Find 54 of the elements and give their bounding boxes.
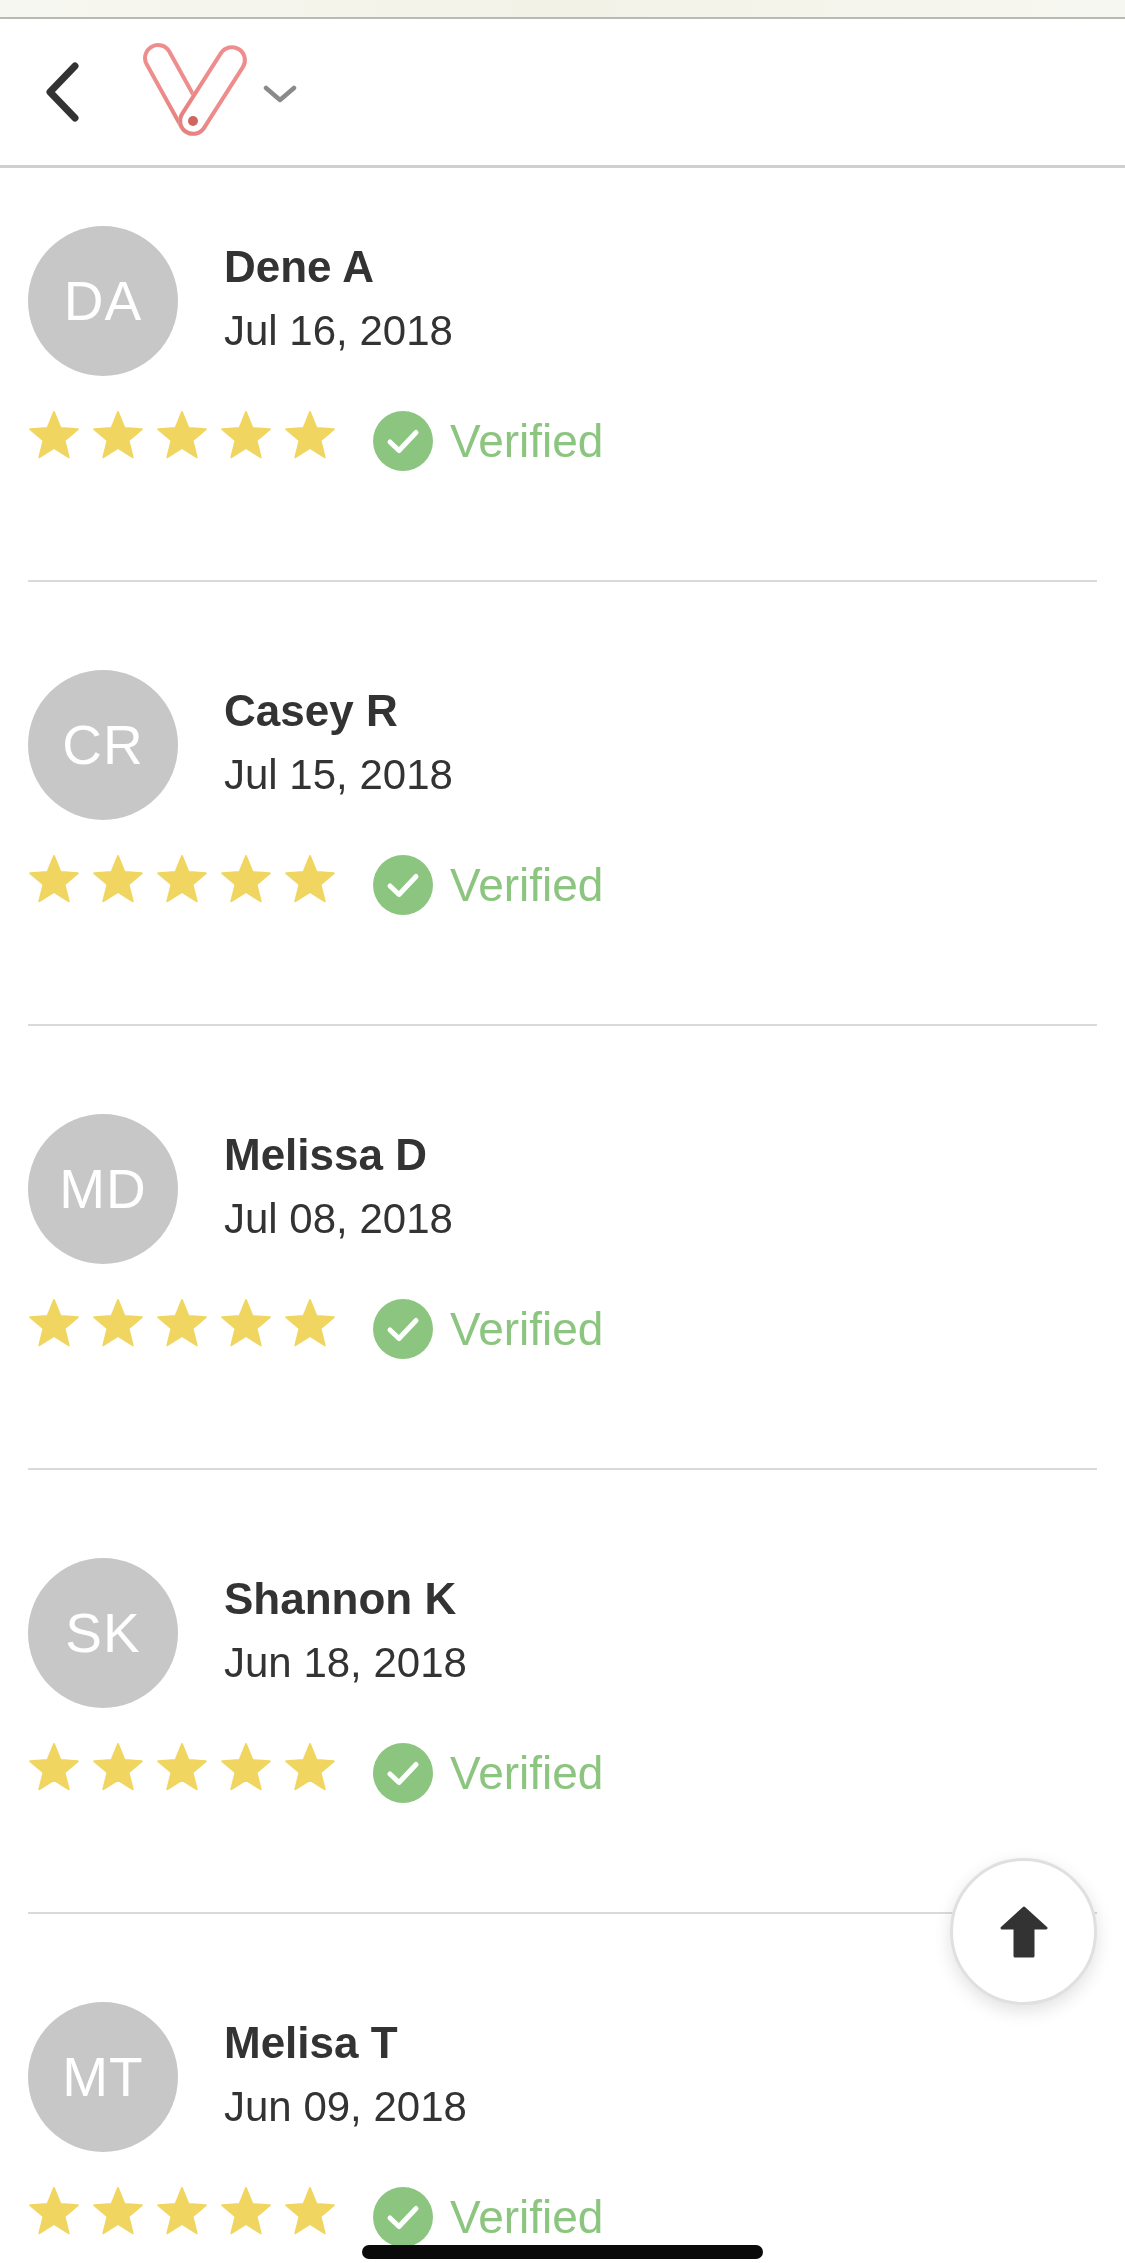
reviewer-name: Melissa D: [224, 1129, 427, 1181]
star-icon: [220, 1298, 272, 1348]
star-icon: [284, 2186, 336, 2236]
star-icon: [156, 410, 208, 460]
star-icon: [28, 1742, 80, 1792]
verified-label: Verified: [450, 418, 604, 464]
verified-label: Verified: [450, 1750, 604, 1796]
reviewer-name: Shannon K: [224, 1573, 457, 1625]
star-icon: [92, 1298, 144, 1348]
star-icon: [28, 410, 80, 460]
check-circle-icon: [373, 2187, 433, 2247]
review-date: Jun 09, 2018: [224, 2082, 467, 2132]
avatar: MD: [28, 1114, 178, 1264]
reviewer-name: Casey R: [224, 685, 398, 737]
verified-label: Verified: [450, 2194, 604, 2240]
review-date: Jun 18, 2018: [224, 1638, 467, 1688]
caret-icon[interactable]: [263, 85, 297, 103]
reviewer-name: Dene A: [224, 241, 374, 293]
check-circle-icon: [373, 411, 433, 471]
avatar: MT: [28, 2002, 178, 2152]
arrow-up-icon: [999, 1905, 1048, 1958]
star-icon: [284, 1742, 336, 1792]
verified-label: Verified: [450, 1306, 604, 1352]
check-circle-icon: [373, 1299, 433, 1359]
star-icon: [220, 2186, 272, 2236]
avatar: SK: [28, 1558, 178, 1708]
review-date: Jul 15, 2018: [224, 750, 453, 800]
star-icon: [28, 1298, 80, 1348]
reviewer-name: Melisa T: [224, 2017, 398, 2069]
star-icon: [92, 854, 144, 904]
back-icon[interactable]: [45, 62, 80, 122]
star-icon: [220, 1742, 272, 1792]
star-icon: [28, 2186, 80, 2236]
star-icon: [156, 1298, 208, 1348]
logo-icon[interactable]: [142, 42, 248, 138]
check-circle-icon: [373, 855, 433, 915]
avatar: DA: [28, 226, 178, 376]
star-icon: [92, 1742, 144, 1792]
check-circle-icon: [373, 1743, 433, 1803]
review-date: Jul 16, 2018: [224, 306, 453, 356]
star-icon: [156, 2186, 208, 2236]
star-icon: [156, 854, 208, 904]
review-date: Jul 08, 2018: [224, 1194, 453, 1244]
avatar: CR: [28, 670, 178, 820]
star-icon: [220, 854, 272, 904]
star-icon: [284, 410, 336, 460]
star-icon: [156, 1742, 208, 1792]
star-icon: [28, 854, 80, 904]
verified-label: Verified: [450, 862, 604, 908]
star-icon: [220, 410, 272, 460]
star-icon: [284, 1298, 336, 1348]
star-icon: [92, 410, 144, 460]
star-icon: [284, 854, 336, 904]
star-icon: [92, 2186, 144, 2236]
